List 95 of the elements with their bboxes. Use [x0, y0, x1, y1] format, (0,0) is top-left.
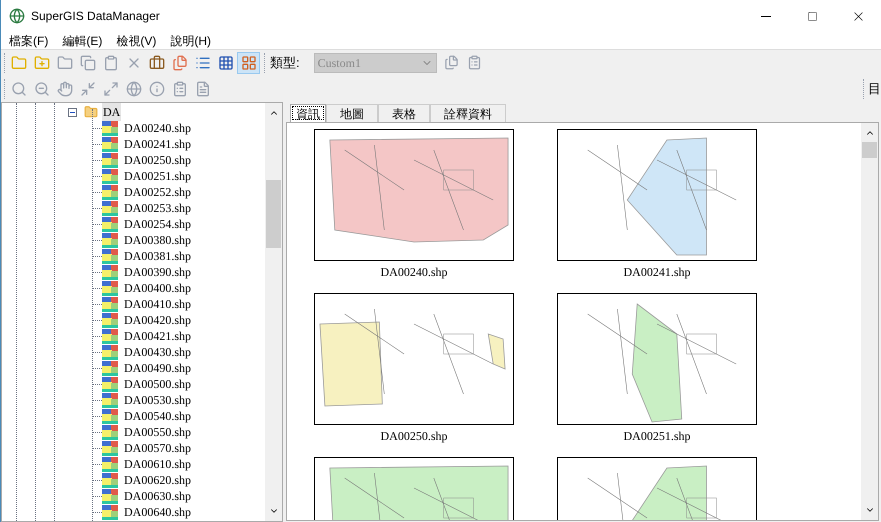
tree-item[interactable]: DA00540.shp: [123, 407, 192, 425]
tree-item[interactable]: DA00620.shp: [123, 471, 192, 489]
shapefile-icon: [102, 280, 118, 296]
info-icon: [148, 80, 164, 96]
scrollbar-thumb[interactable]: [266, 180, 281, 248]
thumbnail-grid-icon: [240, 54, 256, 70]
shapefile-icon: [102, 328, 118, 344]
tree-item[interactable]: DA00410.shp: [123, 295, 192, 313]
shapefile-icon: [102, 312, 118, 328]
maximize-icon: [806, 10, 818, 22]
scrollbar[interactable]: [265, 103, 282, 521]
shapefile-icon: [102, 184, 118, 200]
tree-item[interactable]: DA00500.shp: [123, 375, 192, 393]
tree-item[interactable]: DA: [102, 103, 122, 121]
copy-type-icon[interactable]: [444, 55, 459, 70]
window-title: SuperGIS DataManager: [31, 8, 160, 25]
tab[interactable]: 表格: [378, 104, 430, 122]
tree-item[interactable]: DA00251.shp: [123, 167, 192, 185]
tree-item[interactable]: DA00254.shp: [123, 215, 192, 233]
thumbnail-label: DA00251.shp: [623, 428, 690, 443]
shapefile-icon: [102, 152, 118, 168]
tab[interactable]: 地圖: [326, 104, 378, 122]
folder-plus-icon: [34, 54, 50, 70]
shapefile-icon: [102, 200, 118, 216]
tree-item[interactable]: DA00420.shp: [123, 311, 192, 329]
shapefile-icon: [102, 216, 118, 232]
tree-item[interactable]: DA00490.shp: [123, 359, 192, 377]
menu-item[interactable]: 說明(H): [170, 34, 211, 46]
shrink-icon: [80, 80, 96, 96]
shapefile-icon: [102, 248, 118, 264]
thumbnail-label: DA00240.shp: [380, 264, 448, 279]
type-label: 類型:: [270, 54, 300, 72]
tree-item[interactable]: DA00390.shp: [123, 263, 192, 281]
expand-icon: [102, 80, 118, 96]
thumbnail-view-button[interactable]: [237, 52, 260, 74]
shapefile-icon: [102, 440, 118, 456]
thumbnail-label: DA00250.shp: [380, 428, 448, 443]
shapefile-icon: [102, 360, 118, 376]
menu-item[interactable]: 檔案(F): [9, 34, 48, 46]
shapefile-icon: [102, 344, 118, 360]
folder-icon: [56, 54, 72, 70]
copy-icon: [80, 54, 96, 70]
paste-type-icon[interactable]: [466, 55, 482, 70]
pan-icon: [56, 80, 72, 96]
tree-item[interactable]: DA00253.shp: [123, 199, 192, 217]
tree-item[interactable]: DA00381.shp: [123, 247, 192, 265]
menu-item[interactable]: 檢視(V): [116, 34, 156, 46]
toolbar-label: 目: [868, 80, 881, 98]
document-icon: [194, 80, 210, 96]
tree-item[interactable]: DA00530.shp: [123, 391, 192, 409]
folder-icon: [83, 105, 99, 119]
clipboard-icon: [172, 80, 188, 96]
tree-item[interactable]: DA00252.shp: [123, 183, 192, 201]
shapefile-icon: [102, 296, 118, 312]
shapefile-icon: [102, 424, 118, 440]
shapefile-icon: [102, 504, 118, 520]
shapefile-icon: [102, 456, 118, 472]
shapefile-icon: [102, 488, 118, 504]
scrollbar-thumb[interactable]: [862, 142, 877, 158]
shapefile-icon: [102, 120, 118, 136]
tree-item[interactable]: DA00250.shp: [123, 151, 192, 169]
app-logo-icon: [9, 8, 25, 24]
shapefile-icon: [102, 472, 118, 488]
tree-item[interactable]: DA00240.shp: [123, 119, 192, 137]
shapefile-icon: [102, 264, 118, 280]
shapefile-icon: [102, 136, 118, 152]
tree-item[interactable]: DA00570.shp: [123, 439, 192, 457]
tree-item[interactable]: DA00550.shp: [123, 423, 192, 441]
shapefile-icon: [102, 168, 118, 184]
menu-item[interactable]: 編輯(E): [62, 34, 102, 46]
tree-item[interactable]: DA00610.shp: [123, 455, 192, 473]
zoom-in-icon: [10, 80, 26, 96]
shapefile-icon: [102, 408, 118, 424]
scrollbar[interactable]: [861, 123, 878, 520]
collapse-toggle[interactable]: [68, 108, 77, 116]
briefcase-icon: [148, 54, 164, 70]
tree-item[interactable]: DA00430.shp: [123, 343, 192, 361]
full-extent-icon: [126, 80, 142, 96]
grid-icon: [218, 54, 234, 70]
shapefile-icon: [102, 232, 118, 248]
shapefile-icon: [102, 376, 118, 392]
tree-item[interactable]: DA00241.shp: [123, 135, 192, 153]
paste-icon: [102, 54, 118, 70]
tab[interactable]: 詮釋資料: [430, 104, 506, 122]
tab[interactable]: 資訊: [290, 104, 326, 122]
tree-item[interactable]: DA00421.shp: [123, 327, 192, 345]
tree-item[interactable]: DA00630.shp: [123, 487, 192, 505]
tree-item[interactable]: DA00640.shp: [123, 503, 192, 521]
list-icon: [194, 54, 210, 70]
thumbnail-label: DA00241.shp: [623, 264, 690, 279]
tree-item[interactable]: DA00380.shp: [123, 231, 192, 249]
zoom-out-icon: [34, 80, 50, 96]
shapefile-icon: [102, 392, 118, 408]
tree-item[interactable]: DA00400.shp: [123, 279, 192, 297]
files-icon: [172, 54, 188, 70]
